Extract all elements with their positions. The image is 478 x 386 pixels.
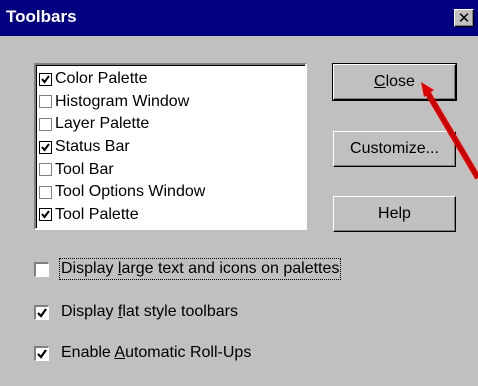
- checkbox-tool-bar[interactable]: [39, 163, 52, 177]
- close-button[interactable]: Close: [332, 63, 457, 101]
- close-button-label: Close: [374, 73, 415, 90]
- list-item[interactable]: Color Palette: [36, 68, 305, 91]
- list-item-label: Color Palette: [55, 70, 148, 88]
- option-label: Enable Automatic Roll-Ups: [61, 344, 252, 361]
- close-icon: ✕: [457, 9, 471, 27]
- option-auto-rollups[interactable]: Enable Automatic Roll-Ups: [34, 344, 251, 362]
- help-button[interactable]: Help: [333, 196, 456, 232]
- option-label: Display flat style toolbars: [61, 303, 238, 320]
- checkbox-status-bar[interactable]: [39, 140, 52, 154]
- list-item[interactable]: Tool Options Window: [36, 181, 305, 204]
- checkbox-large-icons[interactable]: [34, 261, 49, 277]
- option-label: Display large text and icons on palettes: [58, 258, 342, 280]
- title-bar: Toolbars ✕: [0, 0, 478, 36]
- customize-button[interactable]: Customize...: [333, 131, 456, 167]
- checkbox-flat-toolbars[interactable]: [34, 304, 49, 320]
- checkbox-color-palette[interactable]: [39, 72, 52, 86]
- close-window-button[interactable]: ✕: [454, 9, 474, 27]
- window-title: Toolbars: [6, 7, 77, 26]
- checkbox-layer-palette[interactable]: [39, 117, 52, 131]
- list-item[interactable]: Histogram Window: [36, 91, 305, 114]
- list-item-label: Layer Palette: [55, 115, 150, 133]
- list-item-label: Tool Bar: [55, 160, 114, 178]
- checkbox-tool-options-window[interactable]: [39, 185, 52, 199]
- list-item-label: Tool Palette: [55, 205, 139, 223]
- list-item[interactable]: Status Bar: [36, 136, 305, 159]
- palette-list[interactable]: Color Palette Histogram Window Layer Pal…: [34, 63, 307, 230]
- list-item-label: Histogram Window: [55, 92, 190, 110]
- checkbox-histogram-window[interactable]: [39, 95, 52, 109]
- checkbox-auto-rollups[interactable]: [34, 345, 49, 361]
- list-item-label: Status Bar: [55, 138, 130, 156]
- checkbox-tool-palette[interactable]: [39, 208, 52, 222]
- option-flat-toolbars[interactable]: Display flat style toolbars: [34, 303, 238, 321]
- customize-button-label: Customize...: [350, 140, 439, 157]
- list-item[interactable]: Tool Bar: [36, 158, 305, 181]
- list-item[interactable]: Layer Palette: [36, 113, 305, 136]
- option-large-icons[interactable]: Display large text and icons on palettes: [34, 258, 342, 280]
- list-item-label: Tool Options Window: [55, 183, 206, 201]
- list-item[interactable]: Tool Palette: [36, 204, 305, 227]
- help-button-label: Help: [378, 205, 411, 222]
